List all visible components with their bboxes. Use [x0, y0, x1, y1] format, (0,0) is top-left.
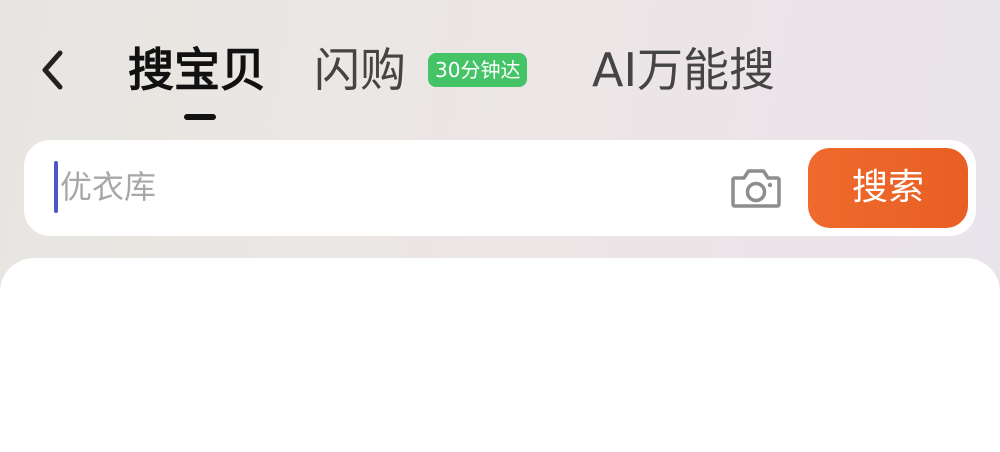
active-tab-indicator — [184, 114, 216, 120]
delivery-time-badge: 30分钟达 — [428, 53, 528, 87]
tab-flash-buy[interactable]: 闪购 — [314, 38, 406, 102]
tab-search-items[interactable]: 搜宝贝 — [128, 38, 266, 102]
camera-search-button[interactable] — [726, 160, 786, 216]
search-button[interactable]: 搜索 — [808, 148, 968, 228]
chevron-left-icon — [42, 50, 63, 90]
search-input[interactable] — [60, 158, 680, 216]
camera-icon — [731, 169, 781, 208]
tab-ai-search[interactable]: AI万能搜 — [592, 38, 775, 102]
back-button[interactable] — [28, 46, 76, 94]
text-cursor — [54, 161, 58, 213]
results-panel — [0, 258, 1000, 452]
top-navigation: 搜宝贝 闪购 30分钟达 AI万能搜 — [0, 0, 1000, 135]
search-bar: 搜索 — [24, 140, 976, 236]
